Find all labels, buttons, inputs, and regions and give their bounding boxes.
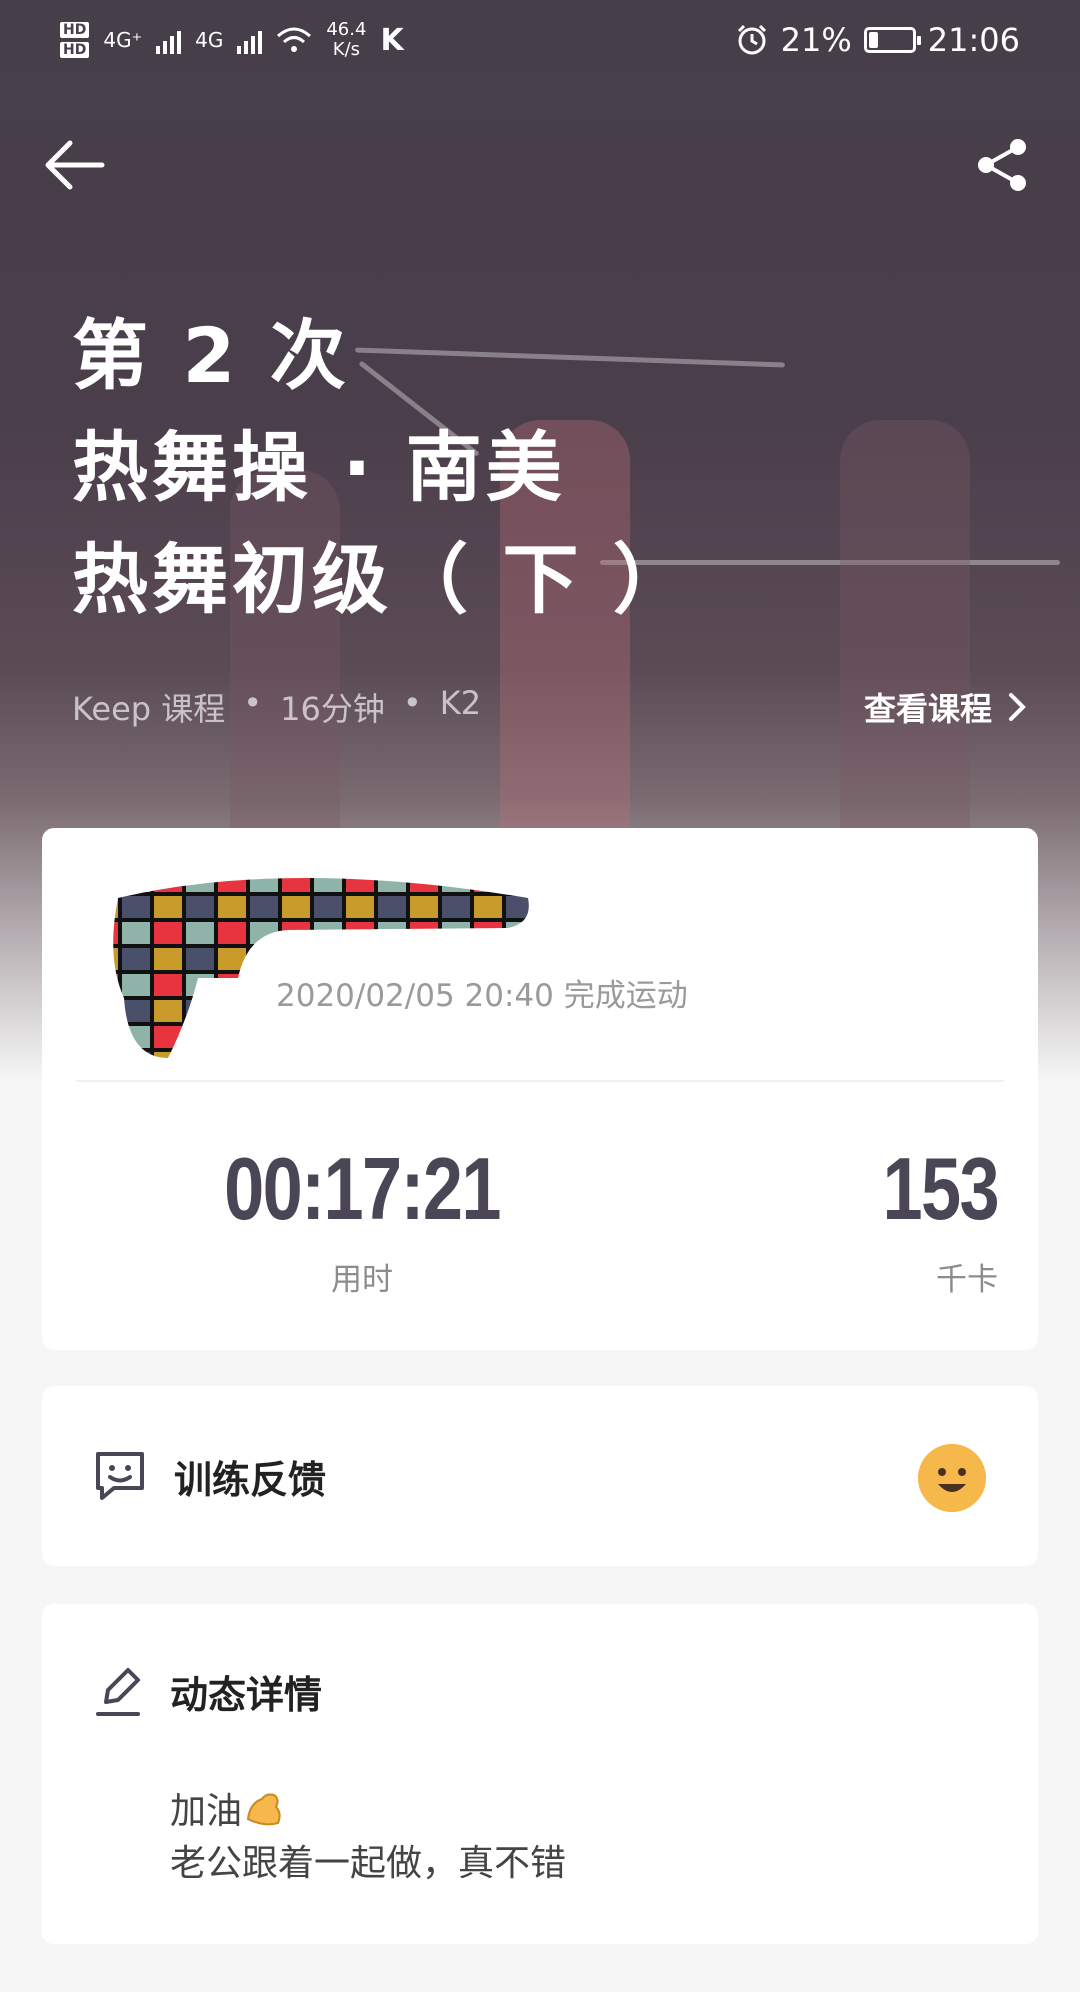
- title-line-session: 第 2 次: [72, 311, 350, 400]
- redacted-user-info: [113, 878, 529, 1058]
- feedback-icon: [96, 1452, 144, 1500]
- detail-title: 动态详情: [170, 1673, 323, 1717]
- signal-icon: [237, 26, 263, 54]
- edit-pencil-icon: [96, 1667, 140, 1716]
- signal-icon: [156, 26, 182, 54]
- title-line-level: 热舞初级（ 下 ）: [72, 535, 693, 624]
- network-speed: 46.4 K/s: [326, 19, 367, 60]
- view-course-link[interactable]: 查看课程: [864, 684, 1026, 730]
- course-meta-row: Keep 课程 • 16分钟 • K2 查看课程: [72, 684, 1026, 730]
- clock: 21:06: [927, 21, 1020, 59]
- view-course-label: 查看课程: [863, 690, 992, 728]
- alarm-icon: [737, 24, 766, 55]
- course-level: K2: [439, 684, 482, 722]
- network-type-1: 4G⁺: [103, 28, 143, 52]
- keep-app-icon: K: [380, 22, 404, 58]
- detail-header: 动态详情: [92, 1664, 322, 1719]
- duration-value: 00:17:21: [224, 1139, 501, 1238]
- course-meta: Keep 课程 • 16分钟 • K2: [72, 684, 481, 730]
- share-icon[interactable]: [972, 135, 1032, 195]
- post-line-2: 老公跟着一起做，真不错: [170, 1843, 567, 1884]
- duration-label: 用时: [331, 1262, 393, 1298]
- calories-label: 千卡: [936, 1262, 998, 1298]
- course-source: Keep 课程: [72, 690, 226, 728]
- course-duration: 16分钟: [280, 690, 385, 728]
- battery-percent: 21%: [780, 21, 852, 59]
- completion-timestamp: 2020/02/05 20:40 完成运动: [276, 978, 688, 1014]
- workout-summary-card: 2020/02/05 20:40 完成运动 00:17:21 用时 153 千卡: [42, 828, 1038, 1350]
- divider: [76, 1080, 1004, 1082]
- network-type-2: 4G: [195, 28, 224, 52]
- duration-stat: 00:17:21 用时: [192, 1138, 532, 1299]
- hd-indicator: HD HD: [60, 20, 90, 60]
- meta-separator: •: [243, 684, 263, 722]
- course-title: 第 2 次 热舞操 · 南美 热舞初级（ 下 ）: [72, 300, 693, 636]
- back-arrow-icon[interactable]: [40, 135, 110, 195]
- meta-separator: •: [402, 684, 422, 722]
- flexed-biceps-icon: [246, 1793, 281, 1826]
- status-bar: HD HD 4G⁺ 4G 46.4 K/s K 21% 21:06: [0, 0, 1080, 80]
- battery-level: [868, 32, 878, 48]
- happy-face-icon[interactable]: [918, 1444, 986, 1512]
- chevron-right-icon: [1009, 693, 1026, 721]
- post-text: 加油 老公跟着一起做，真不错: [170, 1786, 566, 1890]
- calories-value: 153: [882, 1139, 1000, 1238]
- activity-detail-card: 动态详情 加油 老公跟着一起做，真不错: [42, 1604, 1038, 1944]
- feedback-title: 训练反馈: [174, 1457, 327, 1502]
- post-line-1: 加油: [170, 1786, 566, 1838]
- calories-stat: 153 千卡: [838, 1138, 1000, 1299]
- battery-icon: [863, 27, 921, 53]
- wifi-icon: [277, 27, 312, 52]
- training-feedback-card[interactable]: 训练反馈: [42, 1386, 1038, 1566]
- title-line-course: 热舞操 · 南美: [72, 423, 566, 512]
